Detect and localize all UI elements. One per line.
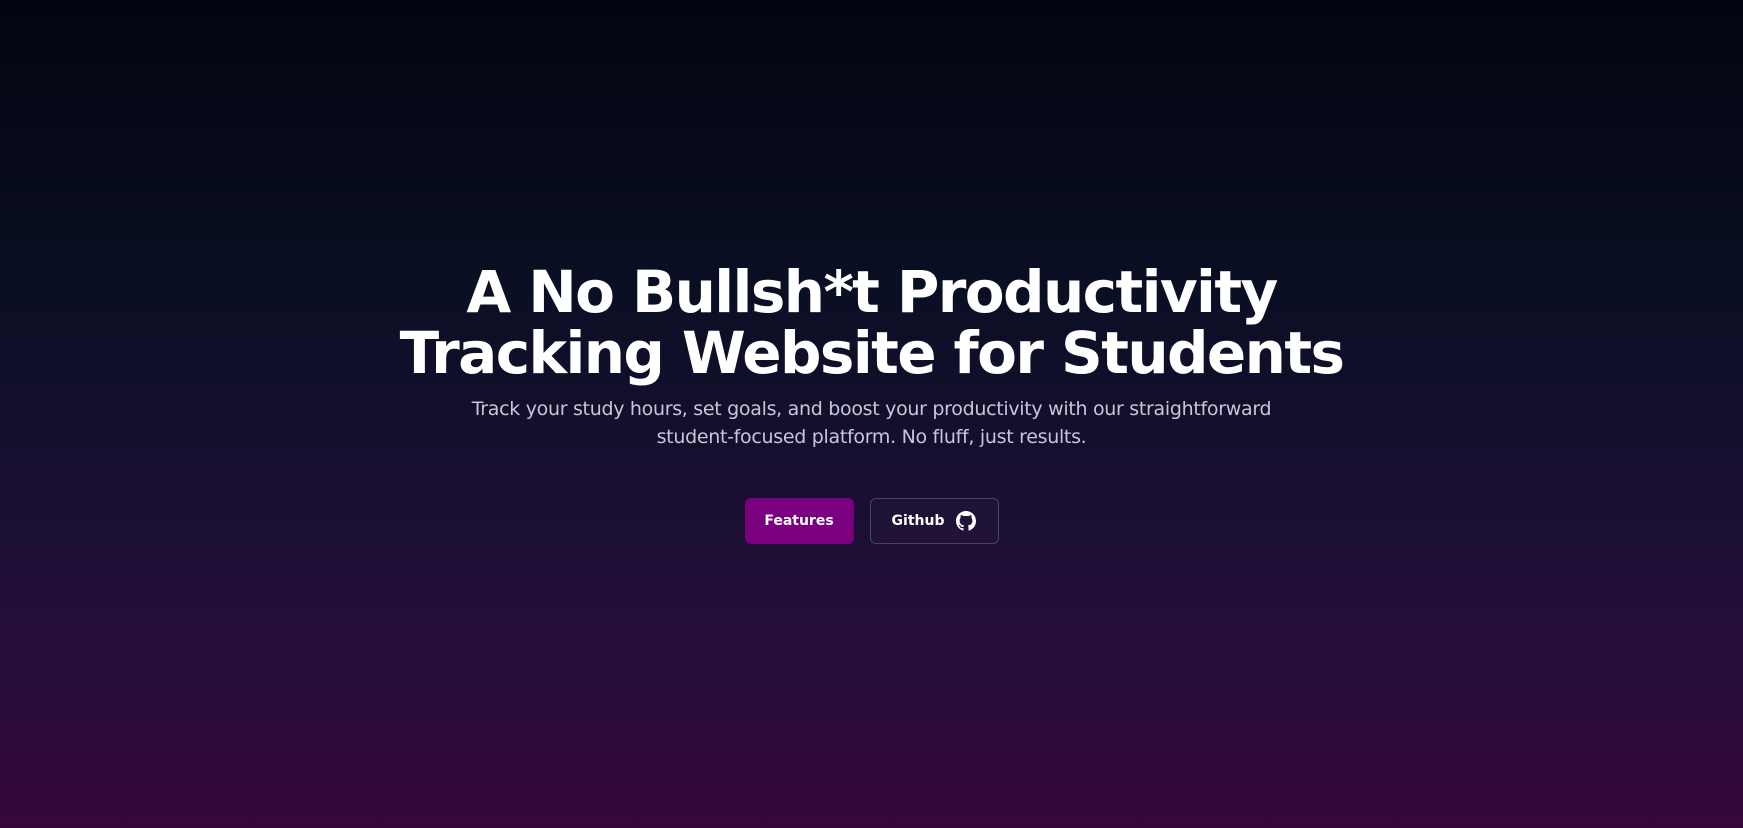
hero-subtitle-line-2: student-focused platform. No fluff, just… xyxy=(656,426,1087,448)
hero-title: A No Bullsh*t Productivity Tracking Webs… xyxy=(0,262,1743,384)
hero-actions: Features Github xyxy=(0,498,1743,544)
github-button[interactable]: Github xyxy=(869,498,999,544)
github-icon xyxy=(956,511,977,531)
hero-title-line-2: Tracking Website for Students xyxy=(399,319,1345,387)
hero-section: A No Bullsh*t Productivity Tracking Webs… xyxy=(0,262,1743,544)
features-button-label: Features xyxy=(764,513,834,529)
features-button[interactable]: Features xyxy=(744,498,854,544)
hero-title-line-1: A No Bullsh*t Productivity xyxy=(466,258,1278,326)
github-button-label: Github xyxy=(891,513,945,529)
hero-subtitle-line-1: Track your study hours, set goals, and b… xyxy=(471,398,1272,420)
hero-subtitle: Track your study hours, set goals, and b… xyxy=(422,395,1322,451)
